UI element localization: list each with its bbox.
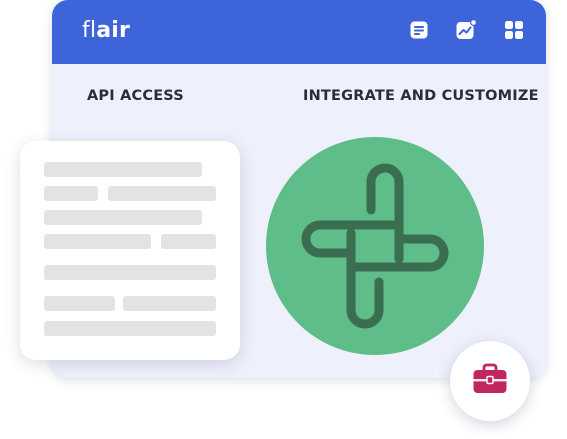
placeholder-line (44, 321, 216, 336)
api-access-title: API ACCESS (87, 88, 184, 104)
briefcase-icon (472, 363, 508, 399)
placeholder-line (44, 265, 216, 280)
placeholder-line (44, 296, 115, 311)
apps-grid-icon (504, 20, 524, 44)
logo-text-light: fl (82, 18, 97, 43)
document-icon (409, 20, 429, 44)
placeholder-line (123, 296, 216, 311)
placeholder-line (108, 186, 216, 201)
document-button[interactable] (407, 20, 431, 44)
analytics-button[interactable] (454, 19, 478, 45)
portfolio-button[interactable] (450, 341, 530, 421)
logo-text-bold: air (96, 18, 131, 43)
placeholder-line (161, 234, 216, 249)
integrate-customize-title: INTEGRATE AND CUSTOMIZE (303, 88, 539, 104)
placeholder-line (44, 210, 202, 225)
placeholder-line (44, 162, 202, 177)
api-document-card (20, 141, 240, 360)
apps-grid-button[interactable] (502, 20, 526, 44)
flair-logo[interactable]: flair (82, 17, 130, 45)
analytics-icon (455, 19, 477, 45)
integration-badge (266, 137, 484, 355)
placeholder-line (44, 186, 98, 201)
header-bar: flair (52, 0, 546, 64)
placeholder-line (44, 234, 151, 249)
